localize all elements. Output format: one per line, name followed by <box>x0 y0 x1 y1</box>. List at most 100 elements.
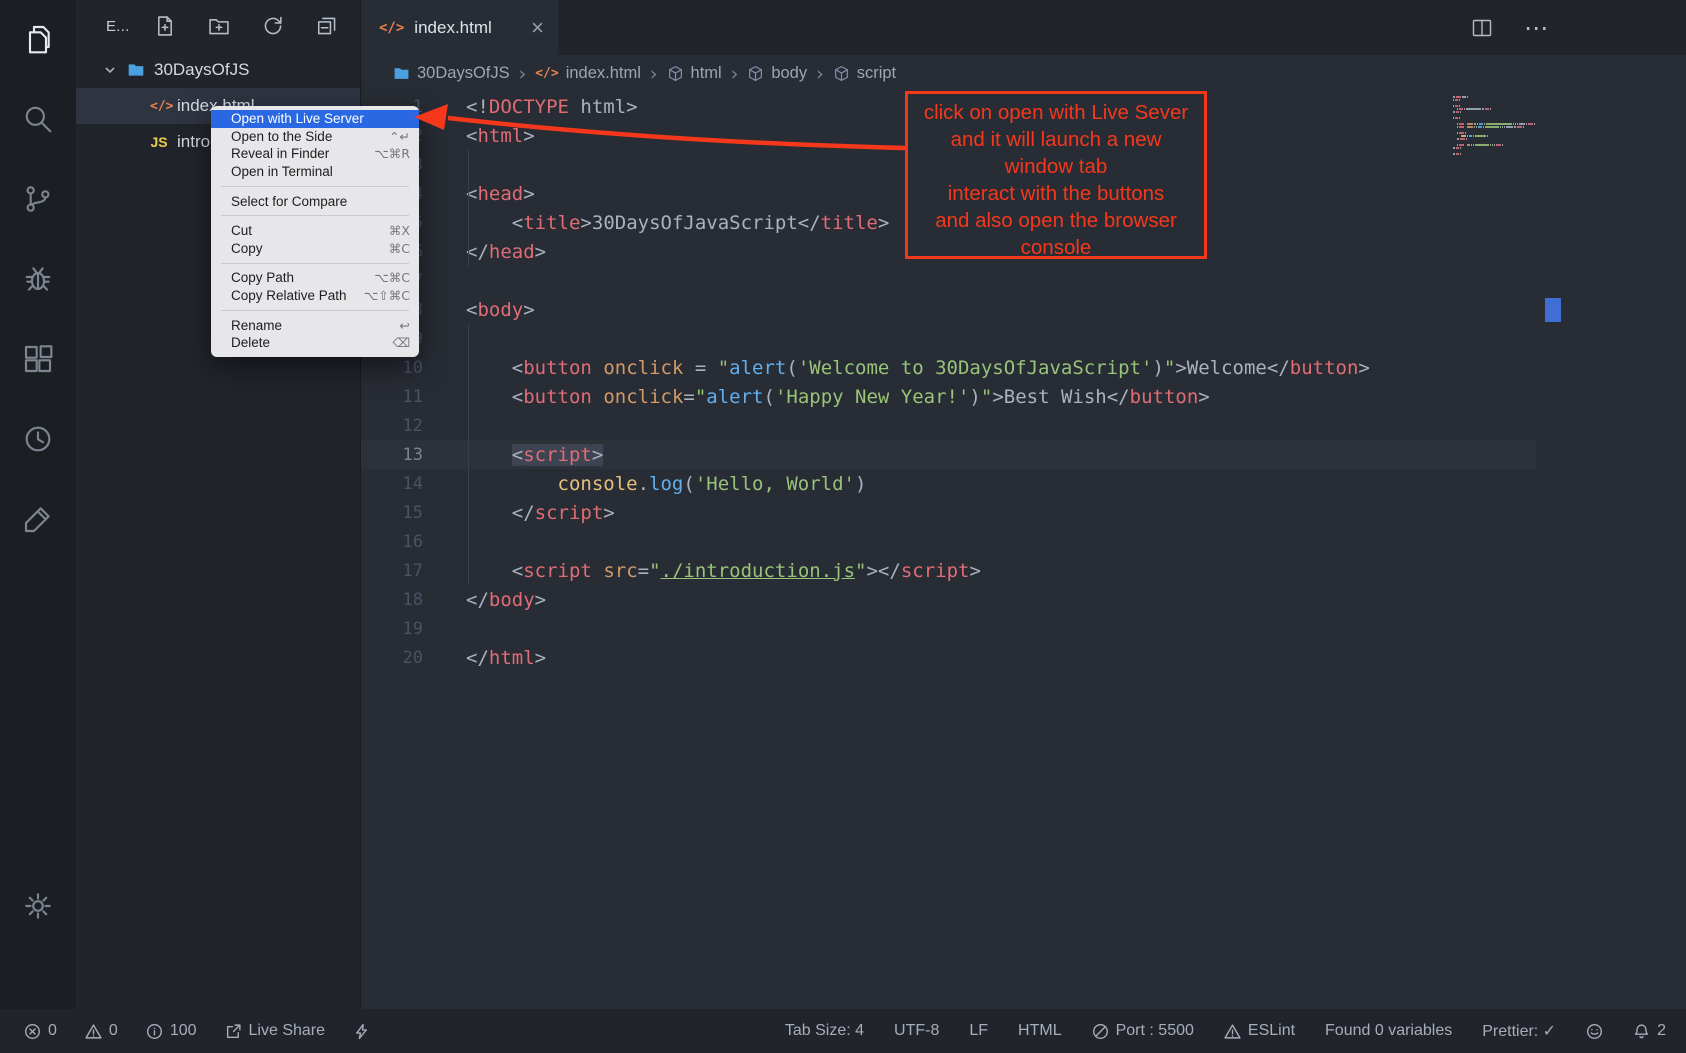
pen-icon[interactable] <box>21 502 55 536</box>
breadcrumb-item-30daysofjs[interactable]: 30DaysOfJS <box>393 64 510 83</box>
code-text: </head> <box>423 241 546 263</box>
menu-item-rename[interactable]: Rename↩ <box>211 316 419 334</box>
port-icon <box>1092 1023 1109 1040</box>
status-item-label: LF <box>969 1022 988 1040</box>
tab-bar: </> index.html × ⋯ <box>361 0 1686 55</box>
breadcrumb-item-script[interactable]: script <box>833 64 896 83</box>
menu-item-select-for-compare[interactable]: Select for Compare <box>211 192 419 210</box>
explorer-icon[interactable] <box>21 22 55 56</box>
breadcrumb-item-body[interactable]: body <box>747 64 807 83</box>
status-item-lf[interactable]: LF <box>969 1021 988 1041</box>
menu-item-open-to-the-side[interactable]: Open to the Side⌃↵ <box>211 128 419 146</box>
annotation-text-line: interact with the buttons <box>908 180 1204 207</box>
status-item-utf-8[interactable]: UTF-8 <box>894 1021 939 1041</box>
code-line-16[interactable]: 16 <box>361 527 1536 556</box>
menu-item-open-in-terminal[interactable]: Open in Terminal <box>211 163 419 181</box>
lightning-icon <box>353 1023 370 1040</box>
tab-index-html[interactable]: </> index.html × <box>361 0 558 55</box>
close-icon[interactable]: × <box>531 17 544 39</box>
code-line-20[interactable]: 20</html> <box>361 643 1536 672</box>
status-item-0[interactable]: 0 <box>85 1022 118 1040</box>
menu-separator <box>221 263 409 264</box>
status-item-html[interactable]: HTML <box>1018 1021 1062 1041</box>
status-item-smiley[interactable] <box>1586 1021 1603 1041</box>
status-item-label: HTML <box>1018 1022 1062 1040</box>
minimap[interactable] <box>1453 96 1545 156</box>
code-text: <title>30DaysOfJavaScript</title> <box>423 212 889 234</box>
error-icon <box>24 1023 41 1040</box>
menu-item-copy[interactable]: Copy⌘C <box>211 240 419 258</box>
status-item-found-0-variables[interactable]: Found 0 variables <box>1325 1021 1452 1041</box>
code-text: <script src="./introduction.js"></script… <box>423 560 981 582</box>
menu-item-delete[interactable]: Delete⌫ <box>211 334 419 352</box>
code-line-18[interactable]: 18</body> <box>361 585 1536 614</box>
split-editor-icon[interactable] <box>1470 16 1494 40</box>
menu-item-reveal-in-finder[interactable]: Reveal in Finder⌥⌘R <box>211 145 419 163</box>
code-line-10[interactable]: 10 <button onclick = "alert('Welcome to … <box>361 353 1536 382</box>
menu-item-open-with-live-server[interactable]: Open with Live Server <box>211 110 419 128</box>
status-item-tab-size-4[interactable]: Tab Size: 4 <box>785 1021 864 1041</box>
new-folder-icon[interactable] <box>208 15 230 37</box>
line-number: 11 <box>361 387 423 407</box>
menu-item-label: Open with Live Server <box>231 111 364 126</box>
status-item-label: ESLint <box>1248 1022 1295 1040</box>
more-actions-icon[interactable]: ⋯ <box>1524 14 1548 42</box>
status-item-100[interactable]: 100 <box>146 1022 197 1040</box>
code-line-9[interactable]: 9 <box>361 324 1536 353</box>
settings-gear-icon[interactable] <box>21 889 55 923</box>
menu-item-copy-relative-path[interactable]: Copy Relative Path⌥⇧⌘C <box>211 287 419 305</box>
refresh-icon[interactable] <box>262 15 284 37</box>
code-text: <script> <box>423 444 603 466</box>
status-item-lightning[interactable] <box>353 1022 370 1040</box>
tree-folder-30daysofjs[interactable]: 30DaysOfJS <box>76 52 360 88</box>
code-line-12[interactable]: 12 <box>361 411 1536 440</box>
overview-ruler-marker <box>1545 298 1561 322</box>
status-item-live-share[interactable]: Live Share <box>225 1022 326 1040</box>
breadcrumb-item-html[interactable]: html <box>667 64 722 83</box>
menu-item-shortcut: ⌥⌘R <box>374 146 410 161</box>
new-file-icon[interactable] <box>154 15 176 37</box>
indent-guide <box>468 324 469 585</box>
menu-item-copy-path[interactable]: Copy Path⌥⌘C <box>211 269 419 287</box>
code-line-13[interactable]: 13 <script> <box>361 440 1536 469</box>
indent-guide <box>468 150 469 266</box>
status-item-0[interactable]: 0 <box>24 1022 57 1040</box>
folder-icon <box>127 61 145 79</box>
code-line-19[interactable]: 19 <box>361 614 1536 643</box>
code-line-7[interactable]: 7 <box>361 266 1536 295</box>
line-number: 20 <box>361 648 423 668</box>
smiley-icon <box>1586 1023 1603 1040</box>
breadcrumb-label: body <box>771 64 807 83</box>
code-line-8[interactable]: 8<body> <box>361 295 1536 324</box>
line-number: 10 <box>361 358 423 378</box>
live-share-icon <box>225 1023 242 1040</box>
status-item-prettier-[interactable]: Prettier: ✓ <box>1482 1021 1556 1041</box>
status-item-eslint[interactable]: ESLint <box>1224 1021 1295 1041</box>
code-line-14[interactable]: 14 console.log('Hello, World') <box>361 469 1536 498</box>
breadcrumb-separator: › <box>650 63 658 85</box>
code-line-15[interactable]: 15 </script> <box>361 498 1536 527</box>
status-item-port-5500[interactable]: Port : 5500 <box>1092 1021 1194 1041</box>
status-item-label: Found 0 variables <box>1325 1022 1452 1040</box>
collapse-all-icon[interactable] <box>316 15 338 37</box>
tab-label: index.html <box>414 18 491 38</box>
code-line-17[interactable]: 17 <script src="./introduction.js"></scr… <box>361 556 1536 585</box>
code-line-11[interactable]: 11 <button onclick="alert('Happy New Yea… <box>361 382 1536 411</box>
breadcrumb-item-index.html[interactable]: </>index.html <box>535 64 641 83</box>
search-icon[interactable] <box>21 102 55 136</box>
html-file-icon: </> <box>535 66 558 81</box>
menu-item-shortcut: ⌥⇧⌘C <box>364 288 410 303</box>
debug-icon[interactable] <box>21 262 55 296</box>
history-icon[interactable] <box>21 422 55 456</box>
line-number: 13 <box>361 445 423 465</box>
menu-item-cut[interactable]: Cut⌘X <box>211 222 419 240</box>
cube-icon <box>667 65 684 82</box>
activity-bar <box>0 0 76 1009</box>
source-control-icon[interactable] <box>21 182 55 216</box>
context-menu: Open with Live ServerOpen to the Side⌃↵R… <box>211 106 419 357</box>
annotation-text-line: and also open the browser <box>908 207 1204 234</box>
extensions-icon[interactable] <box>21 342 55 376</box>
menu-item-shortcut: ⌘X <box>389 223 410 238</box>
status-item-2[interactable]: 2 <box>1633 1021 1666 1041</box>
annotation-text-line: window tab <box>908 153 1204 180</box>
